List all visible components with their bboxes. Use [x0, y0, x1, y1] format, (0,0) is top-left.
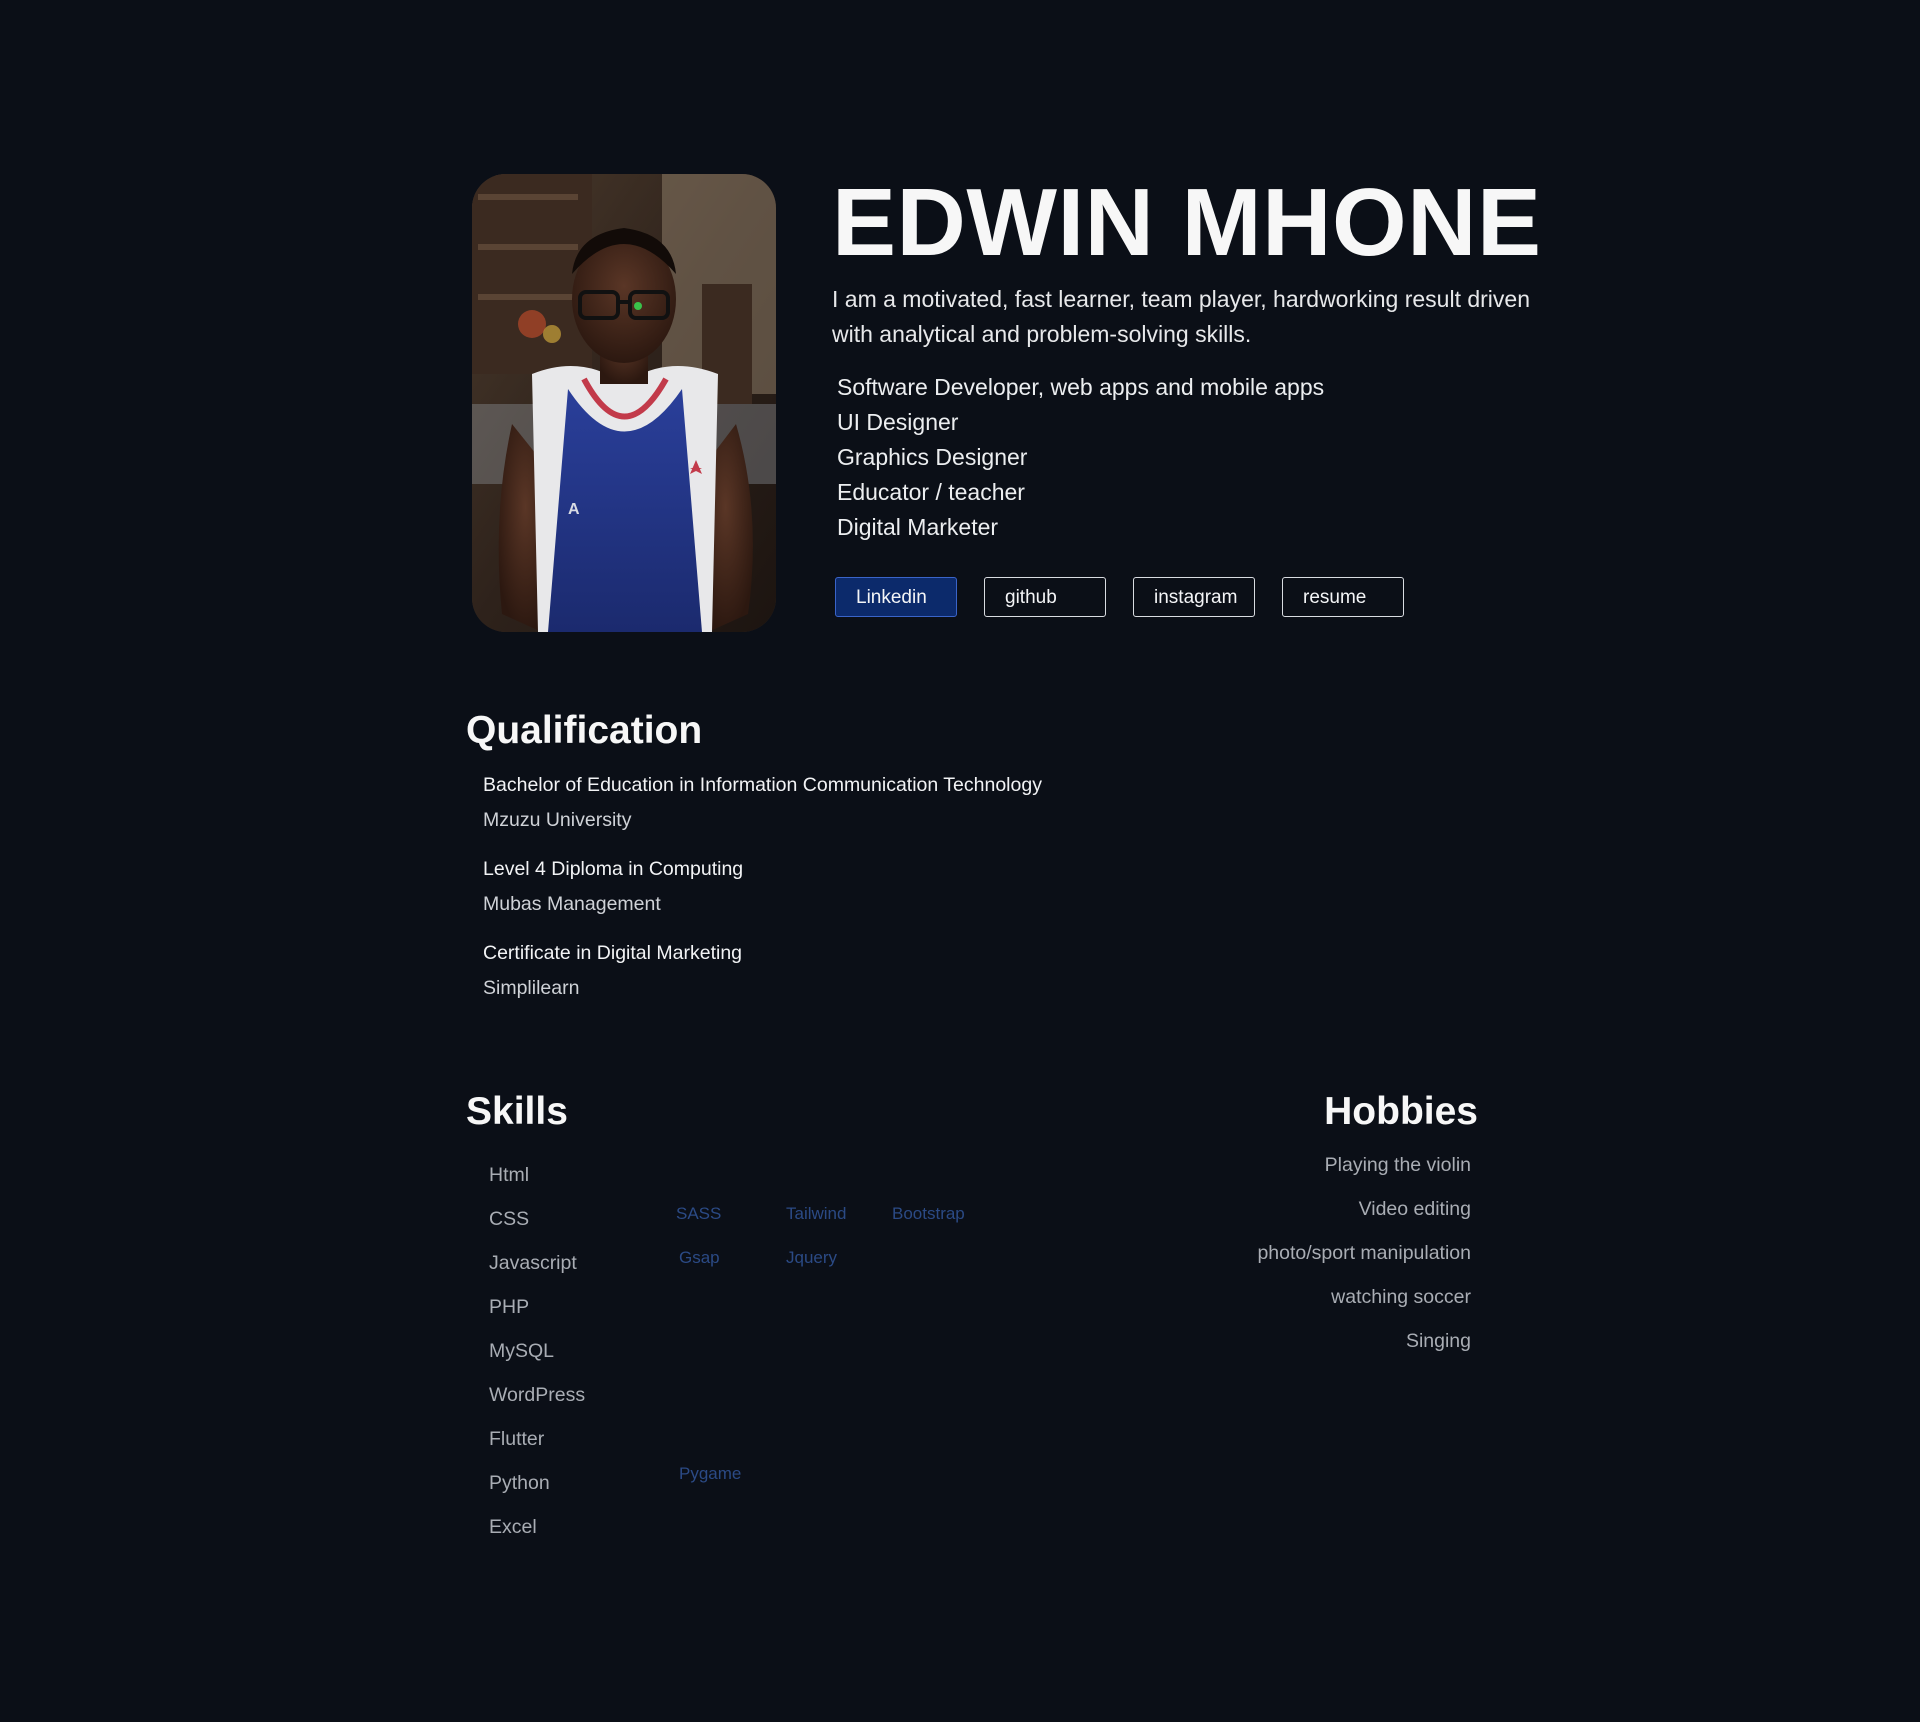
sub-skill-gsap: Gsap: [679, 1248, 720, 1267]
sub-skill-bootstrap: Bootstrap: [892, 1204, 965, 1223]
skill-item: PHP: [489, 1296, 530, 1318]
portfolio-page: A EDWIN MHONE I am a motivated, fast lea…: [0, 0, 1920, 1722]
qualification-school: Simplilearn: [483, 977, 580, 999]
github-button[interactable]: github: [984, 577, 1106, 617]
hobby-item: Video editing: [1358, 1198, 1471, 1220]
skill-item: CSS: [489, 1208, 530, 1230]
skill-item: Html: [489, 1164, 530, 1186]
qualification-degree: Level 4 Diploma in Computing: [483, 858, 744, 880]
sub-skill-sass: SASS: [676, 1204, 722, 1223]
linkedin-button[interactable]: Linkedin: [835, 577, 957, 617]
skills-list: Html CSS Javascript PHP MySQL WordPress …: [489, 1153, 585, 1549]
hobby-item: Singing: [1405, 1330, 1471, 1352]
hobby-item: watching soccer: [1331, 1286, 1471, 1308]
skill-item: Javascript: [489, 1252, 577, 1274]
qualification-title: Qualification: [466, 709, 703, 752]
role-item: UI Designer: [837, 409, 959, 435]
hobbies-list: Playing the violin Video editing photo/s…: [1078, 1143, 1471, 1363]
sub-skill-pygame: Pygame: [679, 1464, 742, 1483]
skill-item: WordPress: [489, 1384, 586, 1406]
qualification-degree: Certificate in Digital Marketing: [483, 942, 743, 964]
profile-intro: I am a motivated, fast learner, team pla…: [832, 286, 1530, 347]
profile-name: EDWIN MHONE: [832, 169, 1542, 276]
resume-button[interactable]: resume: [1282, 577, 1404, 617]
skill-item: Python: [489, 1472, 550, 1494]
qualification-degree: Bachelor of Education in Information Com…: [483, 774, 1042, 796]
role-item: Digital Marketer: [837, 514, 999, 540]
skills-title: Skills: [466, 1090, 568, 1133]
skills-section: Skills Html CSS Javascript PHP MySQL Wor…: [466, 1087, 1086, 1538]
role-item: Graphics Designer: [837, 444, 1028, 470]
profile-photo: A: [472, 174, 776, 632]
roles-list: Software Developer, web apps and mobile …: [837, 370, 1324, 545]
hobby-item: photo/sport manipulation: [1257, 1242, 1471, 1264]
skill-item: MySQL: [489, 1340, 555, 1362]
skill-item: Flutter: [489, 1428, 545, 1450]
qualification-list: Bachelor of Education in Information Com…: [483, 768, 1366, 1006]
qualification-item: Level 4 Diploma in Computing Mubas Manag…: [483, 852, 1366, 922]
hobbies-title: Hobbies: [1324, 1090, 1478, 1133]
qualification-item: Bachelor of Education in Information Com…: [483, 768, 1366, 838]
instagram-button[interactable]: instagram: [1133, 577, 1255, 617]
hobbies-section: Hobbies Playing the violin Video editing…: [1078, 1087, 1478, 1363]
role-item: Software Developer, web apps and mobile …: [837, 374, 1325, 400]
qualification-school: Mubas Management: [483, 893, 661, 915]
qualification-item: Certificate in Digital Marketing Simplil…: [483, 936, 1366, 1006]
skill-item: Excel: [489, 1516, 537, 1538]
svg-text:A: A: [568, 501, 580, 518]
qualification-school: Mzuzu University: [483, 809, 632, 831]
sub-skill-jquery: Jquery: [786, 1248, 838, 1267]
qualification-section: Qualification Bachelor of Education in I…: [466, 706, 1366, 1020]
profile-photo-image: A: [472, 174, 776, 632]
social-links: Linkedin github instagram resume: [835, 577, 1404, 617]
hero-section: A EDWIN MHONE I am a motivated, fast lea…: [472, 169, 1541, 634]
sub-skill-tailwind: Tailwind: [786, 1204, 847, 1223]
hobby-item: Playing the violin: [1324, 1154, 1471, 1176]
role-item: Educator / teacher: [837, 479, 1025, 505]
